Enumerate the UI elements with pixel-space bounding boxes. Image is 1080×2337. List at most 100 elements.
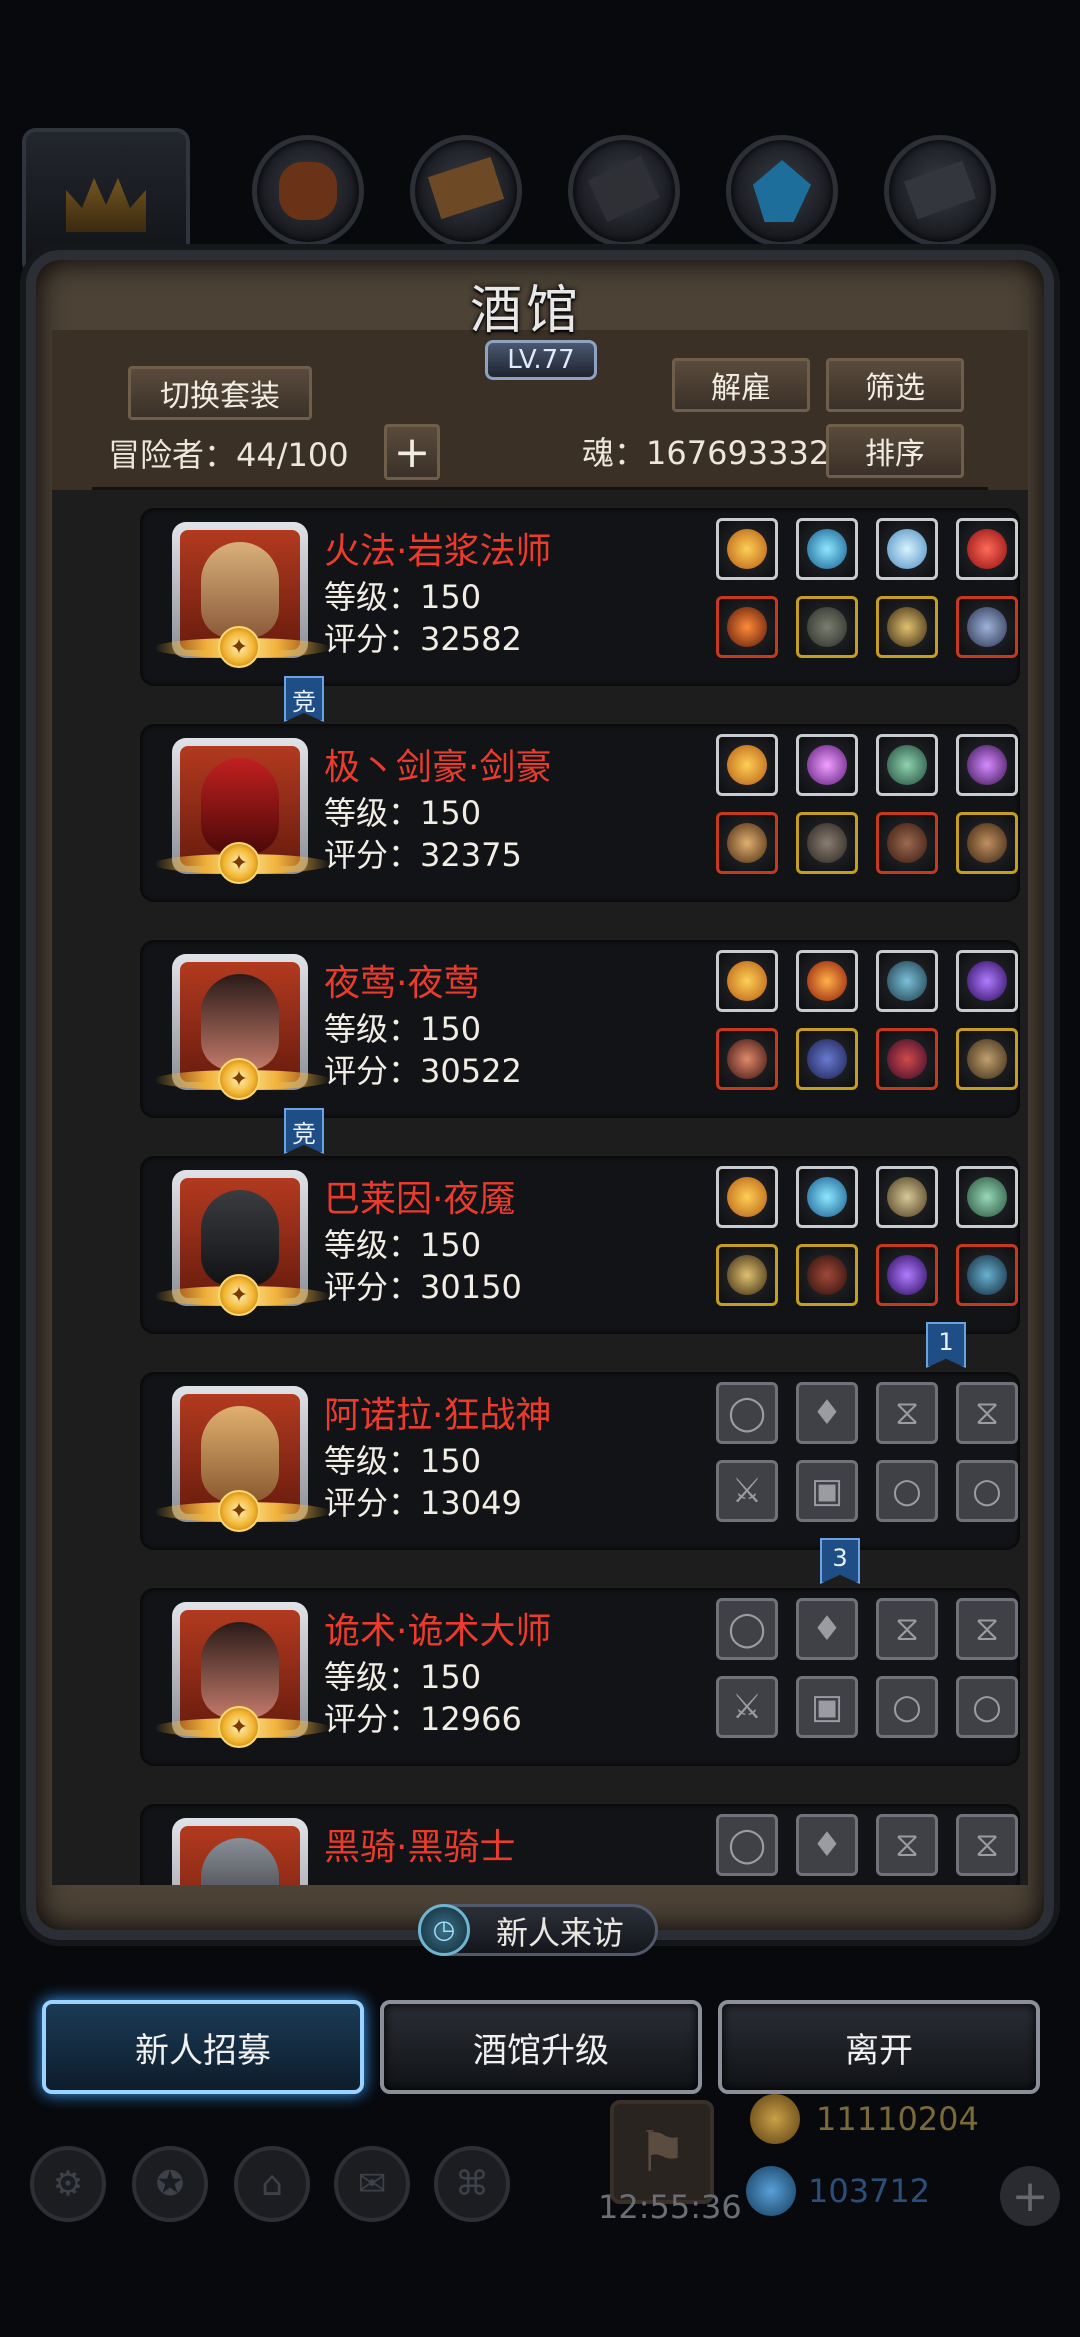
empty-weapon-slot-icon[interactable]: ⚔	[716, 1460, 778, 1522]
staff-equip-icon[interactable]	[716, 596, 778, 658]
lantern-equip-icon[interactable]	[956, 734, 1018, 796]
iron-resource-slot[interactable]	[884, 135, 996, 247]
empty-flame-slot-icon[interactable]: ♦	[796, 1382, 858, 1444]
hero-score: 评分：32582	[324, 620, 522, 658]
tome-equip-icon[interactable]	[876, 1166, 938, 1228]
stone-icon	[587, 155, 661, 223]
purple-gem-equip-icon[interactable]	[796, 734, 858, 796]
badge-icon: ✪	[132, 2146, 208, 2222]
blue-orb-equip-icon[interactable]	[796, 518, 858, 580]
add-currency-icon: +	[1000, 2166, 1060, 2226]
switch-set-button[interactable]: 切换套装	[128, 366, 312, 420]
spear-equip-icon[interactable]	[716, 1244, 778, 1306]
empty-armor-slot-icon[interactable]: ▣	[796, 1460, 858, 1522]
hero-list[interactable]: ✦ 火法·岩浆法师 等级：150 评分：32582 竞 ✦ 极丶剑豪·剑豪 等级…	[52, 490, 1028, 1885]
empty-flame-slot-icon[interactable]: ♦	[796, 1598, 858, 1660]
star-rank-icon: ✦	[218, 842, 260, 884]
inn-icon: ⌂	[234, 2146, 310, 2222]
empty-flame-slot-icon[interactable]: ♦	[796, 1814, 858, 1876]
empty-ring-slot-icon[interactable]: ○	[956, 1676, 1018, 1738]
robe-equip-icon[interactable]	[796, 596, 858, 658]
crown-equip-icon[interactable]	[716, 1166, 778, 1228]
recruit-button[interactable]: 新人招募	[42, 2000, 364, 2094]
hero-card[interactable]: ✦ 火法·岩浆法师 等级：150 评分：32582	[140, 508, 1020, 686]
leave-button[interactable]: 离开	[718, 2000, 1040, 2094]
helmet-equip-icon[interactable]	[876, 812, 938, 874]
empty-ring-slot-icon[interactable]: ○	[876, 1460, 938, 1522]
timer-text: 12:55:36	[598, 2188, 742, 2226]
avatar	[201, 1838, 279, 1885]
hero-card[interactable]: 黑骑·黑骑士 ◯ ♦ ⧖ ⧖	[140, 1804, 1020, 1885]
fire-orb-equip-icon[interactable]	[796, 950, 858, 1012]
bell-equip-icon[interactable]	[956, 1028, 1018, 1090]
sort-button[interactable]: 排序	[826, 424, 964, 478]
red-stone-equip-icon[interactable]	[956, 518, 1018, 580]
compete-tag: 竞	[284, 1108, 324, 1154]
sword-equip-icon[interactable]	[716, 812, 778, 874]
empty-necklace-slot-icon[interactable]: ◯	[716, 1382, 778, 1444]
empty-ring-slot-icon[interactable]: ○	[956, 1460, 1018, 1522]
empty-armor-slot-icon[interactable]: ▣	[796, 1676, 858, 1738]
leather-resource-slot[interactable]	[252, 135, 364, 247]
empty-weapon-slot-icon[interactable]: ⚔	[716, 1676, 778, 1738]
new-visitor-label[interactable]: 新人来访	[496, 1908, 624, 1954]
crystal-resource-slot[interactable]	[726, 135, 838, 247]
filter-button[interactable]: 筛选	[826, 358, 964, 412]
star-rank-icon: ✦	[218, 1274, 260, 1316]
robe-equip-icon[interactable]	[796, 1244, 858, 1306]
hero-level: 等级：150	[324, 1010, 482, 1048]
hero-card[interactable]: ✦ 夜莺·夜莺 等级：150 评分：30522	[140, 940, 1020, 1118]
empty-rune-slot-icon[interactable]: ⧖	[876, 1814, 938, 1876]
avatar	[201, 758, 279, 854]
hero-card[interactable]: ✦ 诡术·诡术大师 等级：150 评分：12966 ◯ ♦ ⧖ ⧖ ⚔ ▣ ○ …	[140, 1588, 1020, 1766]
avatar	[201, 542, 279, 638]
star-rank-icon: ✦	[218, 626, 260, 668]
amulet-equip-icon[interactable]	[876, 950, 938, 1012]
soul-count: 魂：167693332	[582, 434, 830, 472]
empty-necklace-slot-icon[interactable]: ◯	[716, 1814, 778, 1876]
dismiss-button[interactable]: 解雇	[672, 358, 810, 412]
hero-level: 等级：150	[324, 794, 482, 832]
gold-coin-icon	[750, 2094, 800, 2144]
empty-rune-slot-icon[interactable]: ⧖	[876, 1382, 938, 1444]
avatar	[201, 974, 279, 1070]
wood-resource-slot[interactable]	[410, 135, 522, 247]
hero-card[interactable]: ✦ 巴莱因·夜魇 等级：150 评分：30150	[140, 1156, 1020, 1334]
jade-skull-equip-icon[interactable]	[876, 734, 938, 796]
add-adventurer-slot-button[interactable]: +	[384, 424, 440, 480]
map-icon: ⌘	[434, 2146, 510, 2222]
empty-rune-slot-icon[interactable]: ⧖	[956, 1814, 1018, 1876]
tavern-level-badge: LV.77	[485, 340, 597, 380]
wood-plank-icon	[427, 156, 505, 220]
blade-equip-icon[interactable]	[956, 1244, 1018, 1306]
empty-necklace-slot-icon[interactable]: ◯	[716, 1598, 778, 1660]
blue-orb-equip-icon[interactable]	[796, 1166, 858, 1228]
lotus-equip-icon[interactable]	[876, 518, 938, 580]
armor-equip-icon[interactable]	[796, 812, 858, 874]
axe-equip-icon[interactable]	[956, 812, 1018, 874]
hero-score: 评分：30150	[324, 1268, 522, 1306]
jade-equip-icon[interactable]	[956, 1166, 1018, 1228]
empty-ring-slot-icon[interactable]: ○	[876, 1676, 938, 1738]
crown-equip-icon[interactable]	[716, 734, 778, 796]
hero-level: 等级：150	[324, 578, 482, 616]
upgrade-tavern-button[interactable]: 酒馆升级	[380, 2000, 702, 2094]
crown-equip-icon[interactable]	[716, 950, 778, 1012]
empty-rune-slot-icon[interactable]: ⧖	[956, 1382, 1018, 1444]
hero-card[interactable]: ✦ 极丶剑豪·剑豪 等级：150 评分：32375	[140, 724, 1020, 902]
stone-resource-slot[interactable]	[568, 135, 680, 247]
dragon-equip-icon[interactable]	[956, 596, 1018, 658]
hero-name: 巴莱因·夜魇	[324, 1179, 516, 1220]
demon-helm-equip-icon[interactable]	[876, 1028, 938, 1090]
armor-equip-icon[interactable]	[796, 1028, 858, 1090]
amulet-equip-icon[interactable]	[876, 596, 938, 658]
void-crystal-equip-icon[interactable]	[876, 1244, 938, 1306]
dagger-equip-icon[interactable]	[716, 1028, 778, 1090]
crown-equip-icon[interactable]	[716, 518, 778, 580]
empty-rune-slot-icon[interactable]: ⧖	[956, 1598, 1018, 1660]
hero-name: 火法·岩浆法师	[324, 531, 552, 572]
hero-score: 评分：30522	[324, 1052, 522, 1090]
hero-card[interactable]: ✦ 阿诺拉·狂战神 等级：150 评分：13049 ◯ ♦ ⧖ ⧖ ⚔ ▣ ○ …	[140, 1372, 1020, 1550]
void-orb-equip-icon[interactable]	[956, 950, 1018, 1012]
empty-rune-slot-icon[interactable]: ⧖	[876, 1598, 938, 1660]
